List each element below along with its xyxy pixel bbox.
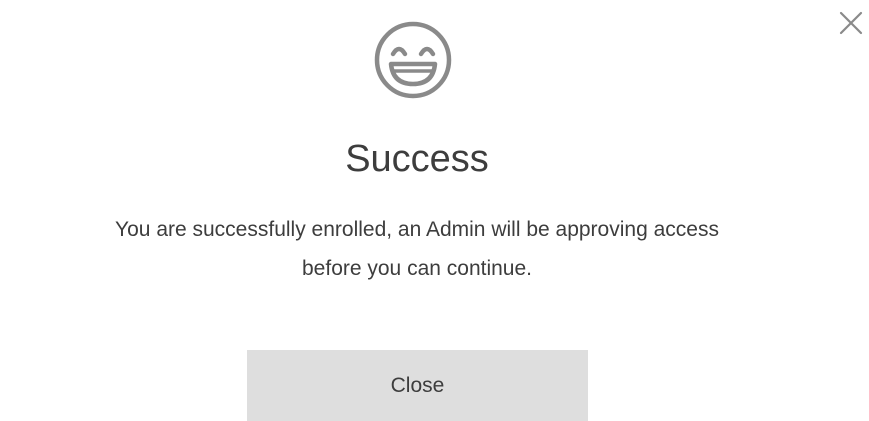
smiley-face-icon — [373, 20, 453, 100]
dialog-message-line-2: before you can continue. — [302, 257, 532, 280]
dialog-title: Success — [345, 138, 489, 180]
success-dialog: Success You are successfully enrolled, a… — [0, 0, 869, 421]
close-button[interactable]: Close — [247, 350, 588, 421]
close-icon[interactable] — [838, 10, 864, 36]
dialog-message: You are successfully enrolled, an Admin … — [0, 210, 834, 288]
dialog-message-line-1: You are successfully enrolled, an Admin … — [115, 218, 719, 241]
